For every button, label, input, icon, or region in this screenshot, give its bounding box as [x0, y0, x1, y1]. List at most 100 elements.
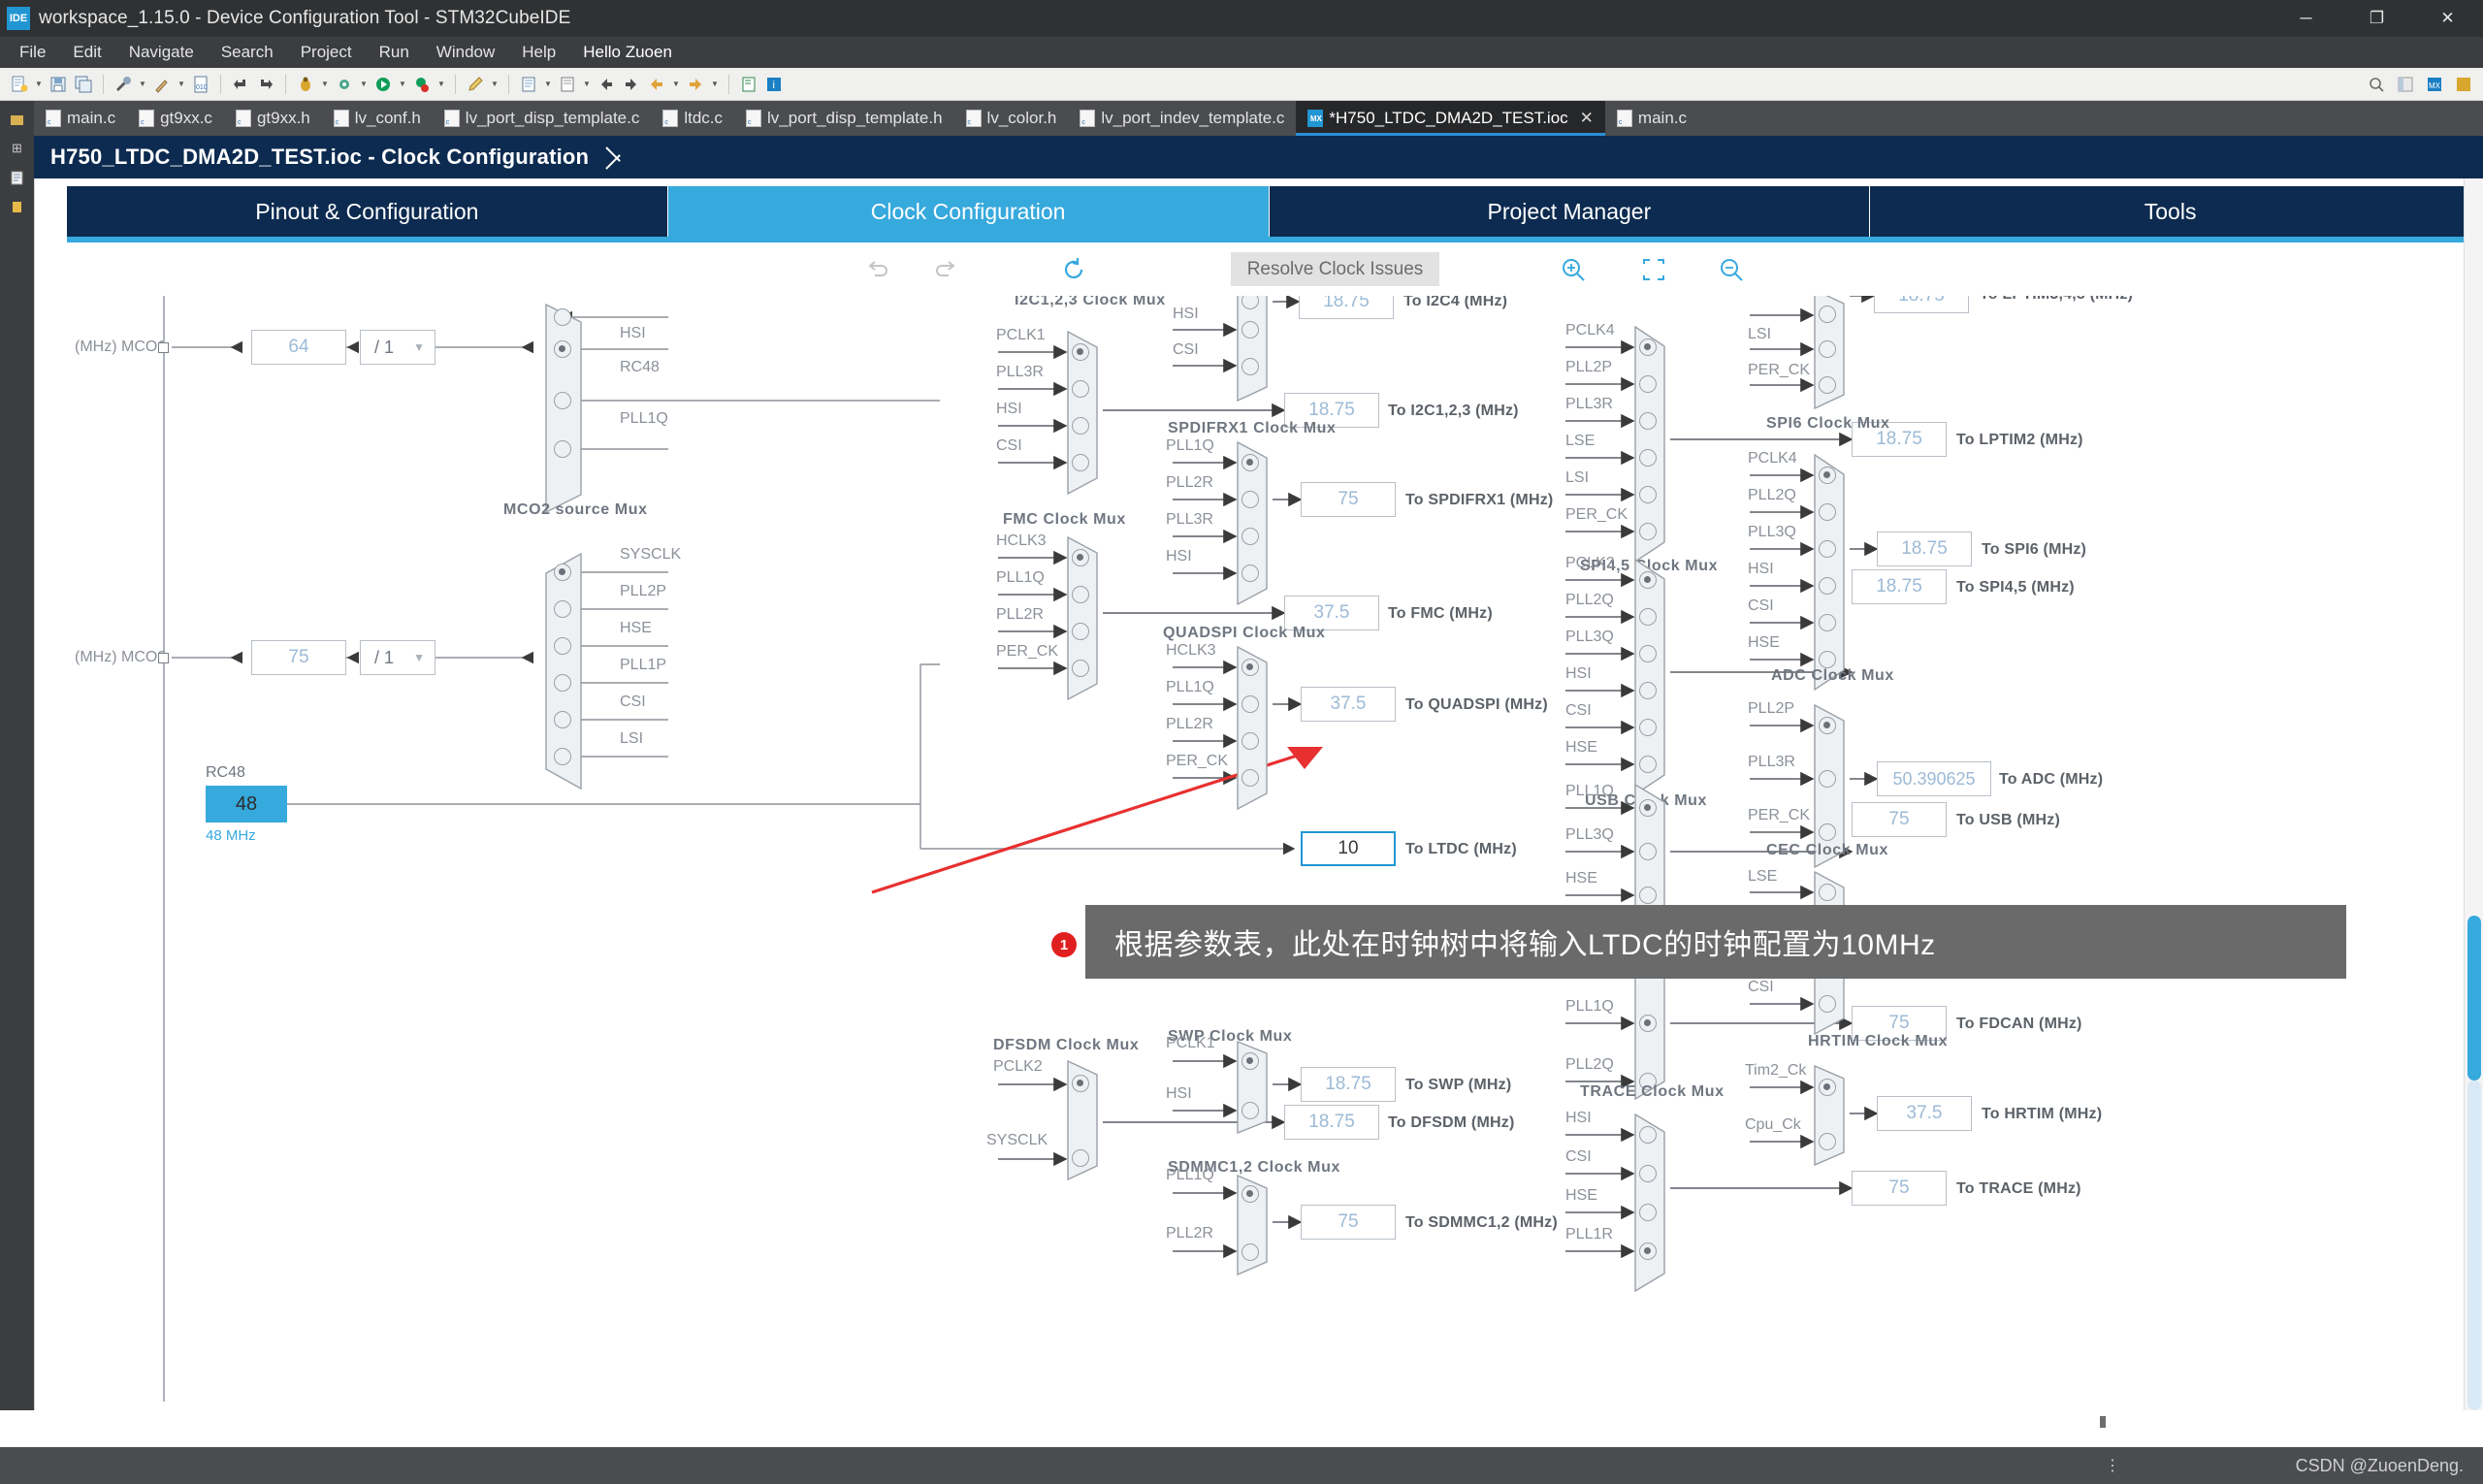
mux-input-dot[interactable] — [1639, 375, 1657, 393]
editor-tab-lv-conf-h[interactable]: c lv_conf.h — [322, 101, 433, 136]
zoom-in-icon[interactable] — [1556, 252, 1591, 287]
run-error-icon[interactable] — [410, 73, 434, 96]
hrtim-output-box[interactable]: 37.5 — [1877, 1096, 1972, 1131]
mux-input-dot[interactable] — [1242, 321, 1259, 339]
pencil-icon[interactable] — [464, 73, 487, 96]
mux-input-dot[interactable] — [1072, 660, 1089, 677]
mux-input-dot-selected[interactable] — [554, 340, 571, 358]
cube-mx-icon[interactable] — [737, 73, 760, 96]
fmc-clock-mux[interactable] — [1064, 533, 1111, 703]
spi6-output-box[interactable]: 18.75 — [1877, 532, 1972, 566]
run-dropdown-icon[interactable]: ▼ — [397, 80, 408, 88]
mux-input-dot[interactable] — [1819, 614, 1836, 631]
spi45-clock-mux[interactable] — [1631, 323, 1678, 565]
outline-icon[interactable] — [517, 73, 540, 96]
trace-clock-mux[interactable] — [1631, 1111, 1678, 1295]
mux-input-dot[interactable] — [1242, 358, 1259, 375]
mux-input-dot[interactable] — [1639, 1204, 1657, 1221]
editor-tab-main-c-1[interactable]: c main.c — [34, 101, 127, 136]
mux-input-dot-selected[interactable] — [1242, 1052, 1259, 1070]
mux-input-dot[interactable] — [1639, 887, 1657, 904]
vertical-scrollbar-track-lower[interactable] — [2467, 1081, 2481, 1410]
redo-arrow-icon[interactable] — [254, 73, 277, 96]
debug-bug-icon[interactable] — [294, 73, 317, 96]
mux-input-dot[interactable] — [1819, 1133, 1836, 1150]
debug-perspective-icon[interactable] — [2452, 73, 2475, 96]
hammer-icon[interactable] — [150, 73, 174, 96]
mux-input-dot[interactable] — [1639, 412, 1657, 430]
run-external-icon[interactable] — [333, 73, 356, 96]
i2c123-clock-mux[interactable] — [1064, 328, 1111, 498]
mux-input-dot[interactable] — [1639, 645, 1657, 662]
mux-input-dot[interactable] — [1639, 682, 1657, 699]
maximize-button[interactable]: ❐ — [2341, 0, 2412, 37]
mux-input-dot[interactable] — [1242, 528, 1259, 545]
hammer-dropdown-icon[interactable]: ▼ — [176, 80, 187, 88]
pencil-dropdown-icon[interactable]: ▼ — [489, 80, 500, 88]
sdmmc12-clock-mux[interactable] — [1234, 1172, 1280, 1278]
tab-project-manager[interactable]: Project Manager — [1269, 186, 1871, 237]
close-icon[interactable]: ✕ — [1580, 109, 1594, 128]
search-icon[interactable] — [2365, 73, 2388, 96]
close-button[interactable]: ✕ — [2412, 0, 2483, 37]
mux-input-dot[interactable] — [554, 748, 571, 765]
menu-file[interactable]: File — [6, 40, 59, 65]
mux-input-dot[interactable] — [554, 674, 571, 692]
editor-tab-ltdc-c[interactable]: c ltdc.c — [651, 101, 734, 136]
info-icon[interactable]: i — [762, 73, 786, 96]
mux-input-dot[interactable] — [1819, 884, 1836, 901]
tab-tools[interactable]: Tools — [1870, 186, 2470, 237]
menu-search[interactable]: Search — [208, 40, 287, 65]
mux-input-dot[interactable] — [1639, 1126, 1657, 1144]
mux-input-dot-selected[interactable] — [1242, 454, 1259, 471]
i2c4-clock-mux[interactable] — [1234, 296, 1280, 404]
mux-input-dot[interactable] — [1639, 486, 1657, 503]
dfsdm-output-box[interactable]: 18.75 — [1284, 1105, 1379, 1140]
menu-project[interactable]: Project — [287, 40, 366, 65]
lptim2-clock-mux[interactable] — [1811, 296, 1857, 412]
mux-input-dot[interactable] — [1819, 540, 1836, 558]
mux-input-dot[interactable] — [1819, 823, 1836, 841]
mux-input-dot-selected[interactable] — [1819, 1079, 1836, 1096]
mco2-value-box[interactable]: 75 — [251, 640, 346, 675]
mux-input-dot[interactable] — [1072, 586, 1089, 603]
run-external-dropdown-icon[interactable]: ▼ — [358, 80, 370, 88]
menu-edit[interactable]: Edit — [59, 40, 114, 65]
vertical-scrollbar-thumb[interactable] — [2467, 916, 2481, 1081]
mux-input-dot-selected[interactable] — [1072, 1075, 1089, 1092]
editor-tab-gt9xx-h[interactable]: c gt9xx.h — [224, 101, 322, 136]
usb-clock-mux[interactable] — [1631, 556, 1678, 798]
mco2-source-mux[interactable] — [542, 550, 600, 792]
mux-input-dot[interactable] — [1819, 340, 1836, 358]
mux-input-dot-selected[interactable] — [1639, 1015, 1657, 1032]
menu-user-greeting[interactable]: Hello Zuoen — [569, 40, 686, 65]
horizontal-scrollbar[interactable] — [34, 1414, 2464, 1430]
rail-pin-icon[interactable]: ⊞ — [0, 134, 34, 163]
perspective-switch-icon[interactable] — [2394, 73, 2417, 96]
editor-tab-gt9xx-c[interactable]: c gt9xx.c — [127, 101, 224, 136]
sdmmc12-output-box[interactable]: 75 — [1301, 1205, 1396, 1240]
editor-tab-main-c-2[interactable]: c main.c — [1605, 101, 1698, 136]
mux-input-dot[interactable] — [1819, 995, 1836, 1013]
mux-input-dot-selected[interactable] — [1072, 343, 1089, 361]
mux-input-dot[interactable] — [1072, 454, 1089, 471]
mux-input-dot[interactable] — [1639, 843, 1657, 860]
spi45-output-box[interactable]: 18.75 — [1852, 569, 1947, 604]
bookmarks-rail-icon[interactable] — [0, 192, 34, 221]
horizontal-scrollbar-thumb[interactable] — [2100, 1416, 2106, 1428]
mux-input-dot[interactable] — [1242, 1243, 1259, 1261]
zoom-out-icon[interactable] — [1714, 252, 1749, 287]
i2c4-output-box[interactable]: 18.75 — [1299, 296, 1394, 319]
mux-input-dot[interactable] — [554, 308, 571, 326]
trace-output-box[interactable]: 75 — [1852, 1171, 1947, 1206]
resolve-clock-issues-button[interactable]: Resolve Clock Issues — [1231, 252, 1439, 286]
editor-tab-lv-color-h[interactable]: c lv_color.h — [954, 101, 1069, 136]
mux-input-dot[interactable] — [1639, 449, 1657, 467]
tab-clock-configuration[interactable]: Clock Configuration — [667, 186, 1270, 237]
project-explorer-rail-icon[interactable] — [0, 105, 34, 134]
dfsdm-clock-mux[interactable] — [1064, 1057, 1111, 1183]
quadspi-output-box[interactable]: 37.5 — [1301, 687, 1396, 722]
mco1-source-mux[interactable] — [542, 301, 600, 514]
bookmark-icon[interactable] — [556, 73, 579, 96]
undo-arrow-icon[interactable] — [229, 73, 252, 96]
